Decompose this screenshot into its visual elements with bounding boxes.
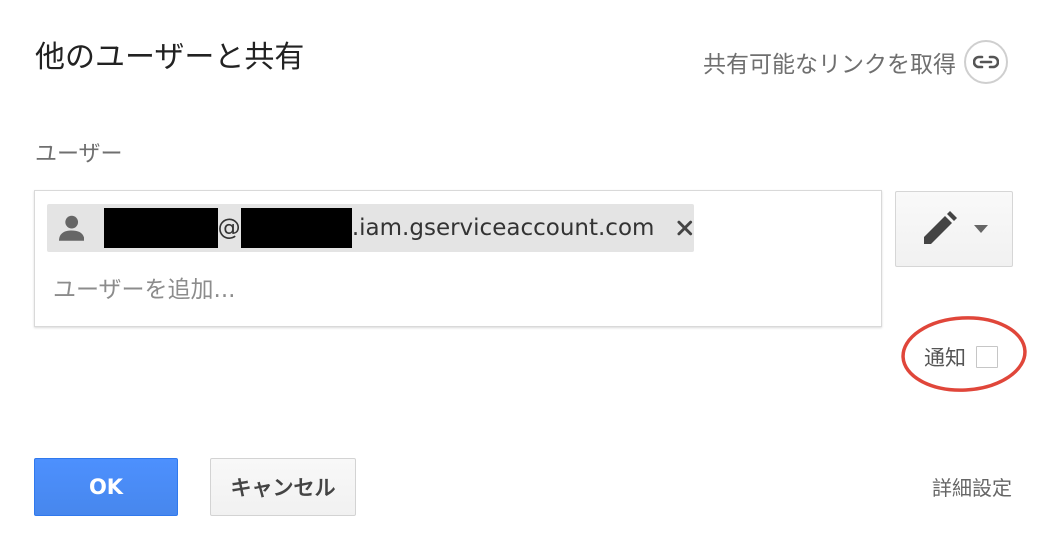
cancel-button[interactable]: キャンセル: [210, 458, 356, 516]
get-shareable-link-button[interactable]: 共有可能なリンクを取得: [703, 38, 1008, 86]
share-dialog: 他のユーザーと共有 共有可能なリンクを取得 ユーザー @ .iam.gservi…: [0, 0, 1048, 548]
pencil-icon: [924, 211, 957, 244]
advanced-settings-link[interactable]: 詳細設定: [932, 472, 1012, 501]
dialog-title: 他のユーザーと共有: [35, 40, 305, 75]
chevron-down-icon: [974, 225, 988, 233]
ok-button[interactable]: OK: [34, 458, 178, 516]
notify-label: 通知: [924, 346, 966, 370]
notify-option[interactable]: 通知: [924, 342, 998, 372]
person-icon: [59, 215, 85, 241]
close-icon[interactable]: [676, 219, 694, 237]
chip-at-sign: @: [217, 215, 241, 241]
user-chip[interactable]: @ .iam.gserviceaccount.com: [47, 204, 694, 252]
users-section-label: ユーザー: [35, 142, 123, 167]
add-user-input[interactable]: [53, 277, 833, 303]
permission-dropdown-button[interactable]: [895, 191, 1013, 267]
notify-checkbox[interactable]: [976, 346, 998, 368]
redacted-username: [104, 208, 218, 248]
redacted-project-id: [240, 208, 352, 248]
get-shareable-link-label: 共有可能なリンクを取得: [703, 52, 956, 78]
link-icon[interactable]: [964, 40, 1008, 84]
users-input-box[interactable]: @ .iam.gserviceaccount.com: [34, 190, 882, 327]
chip-domain-suffix: .iam.gserviceaccount.com: [351, 215, 655, 241]
